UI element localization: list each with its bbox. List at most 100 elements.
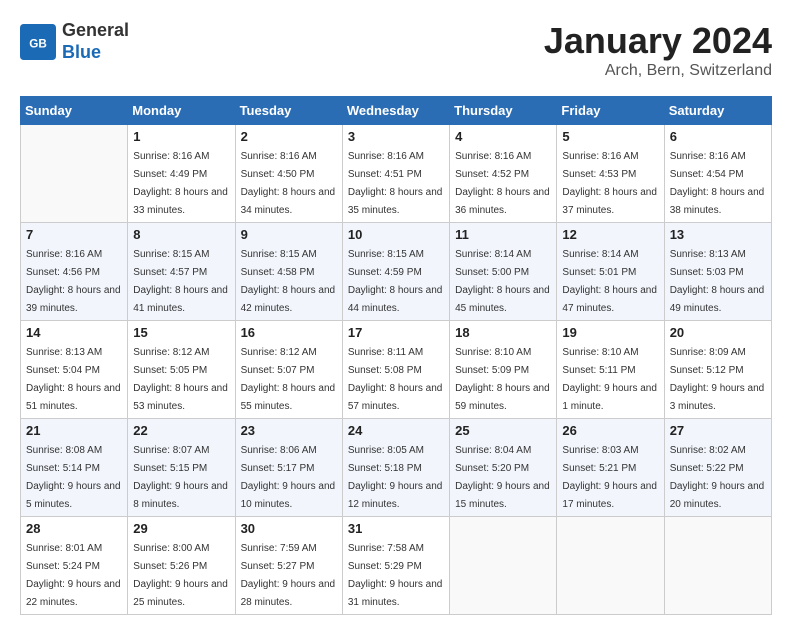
calendar-cell: 18 Sunrise: 8:10 AMSunset: 5:09 PMDaylig… bbox=[450, 321, 557, 419]
day-info: Sunrise: 8:09 AMSunset: 5:12 PMDaylight:… bbox=[670, 347, 765, 412]
day-info: Sunrise: 8:13 AMSunset: 5:04 PMDaylight:… bbox=[26, 347, 121, 412]
calendar-cell: 23 Sunrise: 8:06 AMSunset: 5:17 PMDaylig… bbox=[235, 419, 342, 517]
day-info: Sunrise: 8:16 AMSunset: 4:52 PMDaylight:… bbox=[455, 151, 550, 216]
day-number: 24 bbox=[348, 423, 444, 438]
calendar-cell: 21 Sunrise: 8:08 AMSunset: 5:14 PMDaylig… bbox=[21, 419, 128, 517]
day-number: 17 bbox=[348, 325, 444, 340]
title-block: January 2024 Arch, Bern, Switzerland bbox=[544, 20, 772, 80]
calendar-cell: 9 Sunrise: 8:15 AMSunset: 4:58 PMDayligh… bbox=[235, 223, 342, 321]
calendar-week: 7 Sunrise: 8:16 AMSunset: 4:56 PMDayligh… bbox=[21, 223, 772, 321]
calendar-cell: 27 Sunrise: 8:02 AMSunset: 5:22 PMDaylig… bbox=[664, 419, 771, 517]
day-number: 27 bbox=[670, 423, 766, 438]
day-info: Sunrise: 8:16 AMSunset: 4:51 PMDaylight:… bbox=[348, 151, 443, 216]
day-info: Sunrise: 8:00 AMSunset: 5:26 PMDaylight:… bbox=[133, 543, 228, 608]
day-number: 11 bbox=[455, 227, 551, 242]
day-info: Sunrise: 8:16 AMSunset: 4:49 PMDaylight:… bbox=[133, 151, 228, 216]
day-number: 15 bbox=[133, 325, 229, 340]
day-info: Sunrise: 8:15 AMSunset: 4:58 PMDaylight:… bbox=[241, 249, 336, 314]
day-number: 6 bbox=[670, 129, 766, 144]
calendar-cell bbox=[450, 517, 557, 615]
calendar-cell: 6 Sunrise: 8:16 AMSunset: 4:54 PMDayligh… bbox=[664, 125, 771, 223]
day-info: Sunrise: 8:16 AMSunset: 4:50 PMDaylight:… bbox=[241, 151, 336, 216]
day-number: 28 bbox=[26, 521, 122, 536]
calendar-cell: 30 Sunrise: 7:59 AMSunset: 5:27 PMDaylig… bbox=[235, 517, 342, 615]
day-number: 31 bbox=[348, 521, 444, 536]
calendar-cell: 29 Sunrise: 8:00 AMSunset: 5:26 PMDaylig… bbox=[128, 517, 235, 615]
logo: GB General Blue bbox=[20, 20, 129, 63]
calendar-cell bbox=[664, 517, 771, 615]
day-info: Sunrise: 7:58 AMSunset: 5:29 PMDaylight:… bbox=[348, 543, 443, 608]
weekday-header: Wednesday bbox=[342, 97, 449, 125]
day-number: 4 bbox=[455, 129, 551, 144]
calendar-cell: 4 Sunrise: 8:16 AMSunset: 4:52 PMDayligh… bbox=[450, 125, 557, 223]
calendar-cell: 10 Sunrise: 8:15 AMSunset: 4:59 PMDaylig… bbox=[342, 223, 449, 321]
day-number: 13 bbox=[670, 227, 766, 242]
calendar-week: 1 Sunrise: 8:16 AMSunset: 4:49 PMDayligh… bbox=[21, 125, 772, 223]
day-number: 21 bbox=[26, 423, 122, 438]
calendar-cell: 11 Sunrise: 8:14 AMSunset: 5:00 PMDaylig… bbox=[450, 223, 557, 321]
calendar-cell: 7 Sunrise: 8:16 AMSunset: 4:56 PMDayligh… bbox=[21, 223, 128, 321]
day-info: Sunrise: 8:01 AMSunset: 5:24 PMDaylight:… bbox=[26, 543, 121, 608]
day-info: Sunrise: 8:14 AMSunset: 5:00 PMDaylight:… bbox=[455, 249, 550, 314]
calendar-week: 28 Sunrise: 8:01 AMSunset: 5:24 PMDaylig… bbox=[21, 517, 772, 615]
day-number: 16 bbox=[241, 325, 337, 340]
weekday-header: Tuesday bbox=[235, 97, 342, 125]
logo-text: General Blue bbox=[62, 20, 129, 63]
day-number: 30 bbox=[241, 521, 337, 536]
day-info: Sunrise: 8:14 AMSunset: 5:01 PMDaylight:… bbox=[562, 249, 657, 314]
calendar-cell: 3 Sunrise: 8:16 AMSunset: 4:51 PMDayligh… bbox=[342, 125, 449, 223]
calendar-week: 14 Sunrise: 8:13 AMSunset: 5:04 PMDaylig… bbox=[21, 321, 772, 419]
day-info: Sunrise: 8:12 AMSunset: 5:05 PMDaylight:… bbox=[133, 347, 228, 412]
day-info: Sunrise: 8:07 AMSunset: 5:15 PMDaylight:… bbox=[133, 445, 228, 510]
day-info: Sunrise: 8:16 AMSunset: 4:53 PMDaylight:… bbox=[562, 151, 657, 216]
day-number: 5 bbox=[562, 129, 658, 144]
day-number: 9 bbox=[241, 227, 337, 242]
day-info: Sunrise: 8:06 AMSunset: 5:17 PMDaylight:… bbox=[241, 445, 336, 510]
calendar-cell: 24 Sunrise: 8:05 AMSunset: 5:18 PMDaylig… bbox=[342, 419, 449, 517]
day-number: 1 bbox=[133, 129, 229, 144]
calendar-cell: 13 Sunrise: 8:13 AMSunset: 5:03 PMDaylig… bbox=[664, 223, 771, 321]
month-title: January 2024 bbox=[544, 20, 772, 62]
calendar-cell: 17 Sunrise: 8:11 AMSunset: 5:08 PMDaylig… bbox=[342, 321, 449, 419]
day-number: 10 bbox=[348, 227, 444, 242]
calendar-cell: 25 Sunrise: 8:04 AMSunset: 5:20 PMDaylig… bbox=[450, 419, 557, 517]
day-number: 19 bbox=[562, 325, 658, 340]
svg-text:GB: GB bbox=[29, 37, 47, 50]
calendar-cell: 28 Sunrise: 8:01 AMSunset: 5:24 PMDaylig… bbox=[21, 517, 128, 615]
calendar-cell: 1 Sunrise: 8:16 AMSunset: 4:49 PMDayligh… bbox=[128, 125, 235, 223]
weekday-header: Thursday bbox=[450, 97, 557, 125]
calendar-cell bbox=[557, 517, 664, 615]
day-number: 7 bbox=[26, 227, 122, 242]
logo-icon: GB bbox=[20, 24, 56, 60]
weekday-header: Monday bbox=[128, 97, 235, 125]
day-info: Sunrise: 8:03 AMSunset: 5:21 PMDaylight:… bbox=[562, 445, 657, 510]
day-number: 8 bbox=[133, 227, 229, 242]
location: Arch, Bern, Switzerland bbox=[544, 62, 772, 80]
page-header: GB General Blue January 2024 Arch, Bern,… bbox=[20, 20, 772, 80]
day-info: Sunrise: 8:02 AMSunset: 5:22 PMDaylight:… bbox=[670, 445, 765, 510]
calendar-cell: 16 Sunrise: 8:12 AMSunset: 5:07 PMDaylig… bbox=[235, 321, 342, 419]
day-info: Sunrise: 8:10 AMSunset: 5:09 PMDaylight:… bbox=[455, 347, 550, 412]
day-info: Sunrise: 7:59 AMSunset: 5:27 PMDaylight:… bbox=[241, 543, 336, 608]
day-info: Sunrise: 8:15 AMSunset: 4:59 PMDaylight:… bbox=[348, 249, 443, 314]
day-number: 26 bbox=[562, 423, 658, 438]
day-number: 29 bbox=[133, 521, 229, 536]
day-number: 3 bbox=[348, 129, 444, 144]
weekday-header: Saturday bbox=[664, 97, 771, 125]
day-info: Sunrise: 8:04 AMSunset: 5:20 PMDaylight:… bbox=[455, 445, 550, 510]
calendar-cell: 2 Sunrise: 8:16 AMSunset: 4:50 PMDayligh… bbox=[235, 125, 342, 223]
day-number: 12 bbox=[562, 227, 658, 242]
day-number: 2 bbox=[241, 129, 337, 144]
day-info: Sunrise: 8:10 AMSunset: 5:11 PMDaylight:… bbox=[562, 347, 657, 412]
weekday-header: Sunday bbox=[21, 97, 128, 125]
calendar-cell: 8 Sunrise: 8:15 AMSunset: 4:57 PMDayligh… bbox=[128, 223, 235, 321]
day-number: 22 bbox=[133, 423, 229, 438]
calendar-table: SundayMondayTuesdayWednesdayThursdayFrid… bbox=[20, 96, 772, 615]
calendar-cell: 31 Sunrise: 7:58 AMSunset: 5:29 PMDaylig… bbox=[342, 517, 449, 615]
calendar-cell: 19 Sunrise: 8:10 AMSunset: 5:11 PMDaylig… bbox=[557, 321, 664, 419]
day-info: Sunrise: 8:13 AMSunset: 5:03 PMDaylight:… bbox=[670, 249, 765, 314]
calendar-cell: 26 Sunrise: 8:03 AMSunset: 5:21 PMDaylig… bbox=[557, 419, 664, 517]
day-info: Sunrise: 8:16 AMSunset: 4:54 PMDaylight:… bbox=[670, 151, 765, 216]
calendar-cell bbox=[21, 125, 128, 223]
calendar-cell: 5 Sunrise: 8:16 AMSunset: 4:53 PMDayligh… bbox=[557, 125, 664, 223]
